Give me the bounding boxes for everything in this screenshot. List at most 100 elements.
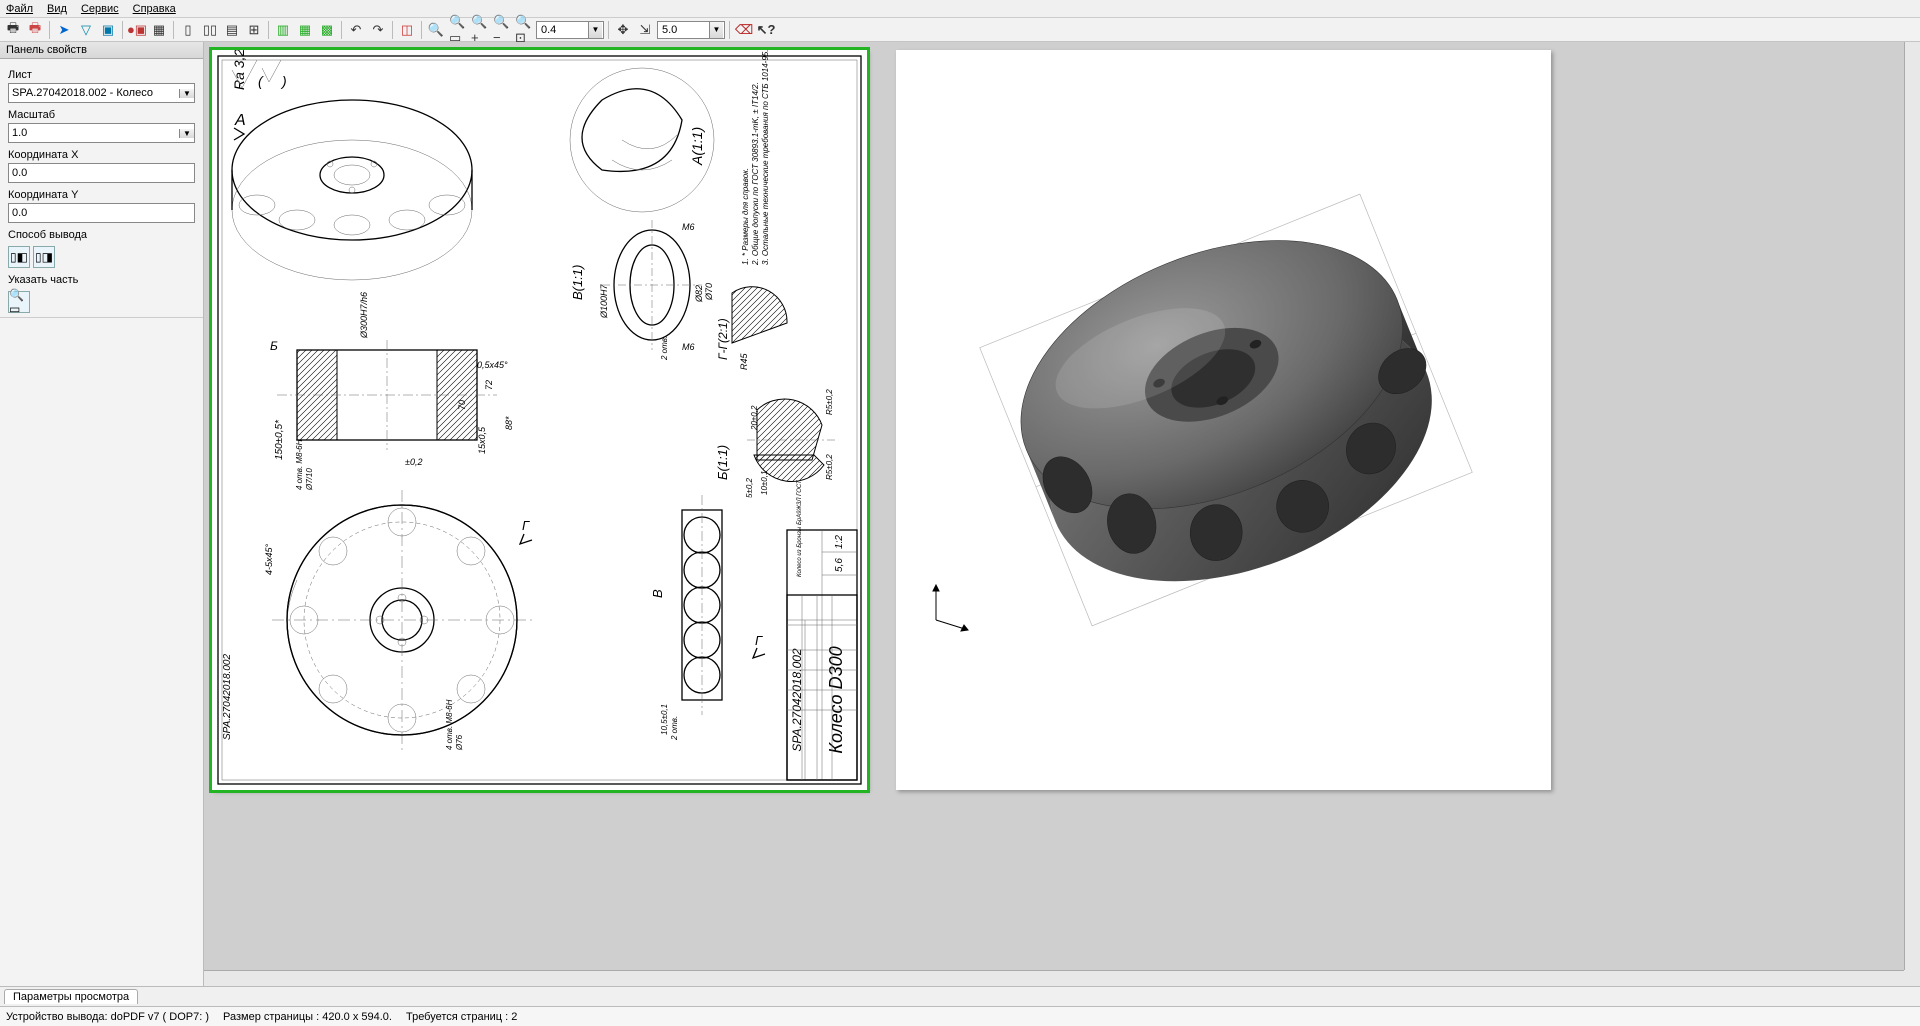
view-b-mark: Б bbox=[270, 339, 278, 353]
layout-1-icon[interactable]: ▥ bbox=[273, 20, 293, 40]
r45: R45 bbox=[739, 352, 749, 370]
dim-holes-tol: Ø7/10 bbox=[305, 468, 314, 491]
rotate-cw-icon[interactable]: ↷ bbox=[368, 20, 388, 40]
options-icon[interactable]: ▣ bbox=[98, 20, 118, 40]
print-sheet-1[interactable]: Ra 3,2 ( ) bbox=[212, 50, 867, 790]
layout-icon[interactable]: ▦ bbox=[149, 20, 169, 40]
svg-text:5±0,2: 5±0,2 bbox=[745, 477, 754, 498]
svg-text:Г: Г bbox=[522, 518, 530, 533]
filter-icon[interactable]: ▽ bbox=[76, 20, 96, 40]
print-sheet-2[interactable] bbox=[896, 50, 1551, 790]
svg-text:±0,2: ±0,2 bbox=[405, 457, 422, 467]
properties-panel: Панель свойств Лист SPA.27042018.002 - К… bbox=[0, 42, 204, 986]
print-icon[interactable]: 🖶 bbox=[3, 20, 23, 40]
move-step-combo[interactable]: ▼ bbox=[657, 21, 725, 39]
sheet-select[interactable]: SPA.27042018.002 - Колесо ▼ bbox=[8, 83, 195, 103]
chevron-down-icon[interactable]: ▼ bbox=[588, 22, 602, 38]
note-2: 2. Общие допуски по ГОСТ 30893.1-mK, ± I… bbox=[751, 82, 760, 266]
menu-view[interactable]: Вид bbox=[47, 3, 67, 15]
pages-h-icon[interactable]: ▯▯ bbox=[200, 20, 220, 40]
output-method-1-button[interactable]: ▯◧ bbox=[8, 246, 30, 268]
svg-text:20±0,2: 20±0,2 bbox=[750, 405, 759, 431]
svg-text:R5±0,2: R5±0,2 bbox=[825, 454, 834, 480]
titleblock-material: Колесо из Бронзы БрА9Ж3Л ГОСТ bbox=[797, 479, 803, 577]
svg-text:10,5±0,1: 10,5±0,1 bbox=[660, 704, 669, 735]
grid-icon[interactable]: ⊞ bbox=[244, 20, 264, 40]
svg-text:Г: Г bbox=[755, 633, 763, 648]
main-area: Панель свойств Лист SPA.27042018.002 - К… bbox=[0, 42, 1920, 986]
note-3: 3. Остальные технические требования по С… bbox=[761, 50, 770, 265]
zoom-fit-icon[interactable]: 🔍⊡ bbox=[514, 20, 534, 40]
main-toolbar: 🖶 🖶 ➤ ▽ ▣ ●▣ ▦ ▯ ▯▯ ▤ ⊞ ▥ ▦ ▩ ↶ ↷ ◫ 🔍 🔍▭… bbox=[0, 18, 1920, 42]
m6: М6 bbox=[682, 222, 695, 232]
zoom-tool-icon[interactable]: 🔍 bbox=[426, 20, 446, 40]
zoom-step-input[interactable] bbox=[538, 22, 588, 38]
menu-help[interactable]: Справка bbox=[133, 3, 176, 15]
workspace[interactable]: Ra 3,2 ( ) bbox=[204, 42, 1920, 986]
horizontal-scrollbar[interactable] bbox=[204, 970, 1904, 986]
svg-text:4-5x45°: 4-5x45° bbox=[264, 543, 274, 575]
status-pages-required: Требуется страниц : 2 bbox=[406, 1011, 517, 1023]
pick-part-button[interactable]: 🔍▭ bbox=[8, 291, 30, 313]
titleblock-mass: 5,6 bbox=[834, 558, 845, 572]
print-direct-icon[interactable]: 🖶 bbox=[25, 20, 45, 40]
pick-part-label: Указать часть bbox=[8, 274, 195, 286]
svg-text:4 отв. М8-6H: 4 отв. М8-6H bbox=[445, 699, 454, 750]
dim-d100: Ø100H7 bbox=[599, 283, 609, 319]
svg-text:В: В bbox=[650, 589, 665, 598]
menu-file[interactable]: Файл bbox=[6, 3, 33, 15]
delete-icon[interactable]: ⌫ bbox=[734, 20, 754, 40]
status-page-size: Размер страницы : 420.0 x 594.0. bbox=[223, 1011, 392, 1023]
view-g-scale: Г-Г(2:1) bbox=[716, 318, 730, 360]
menu-service[interactable]: Сервис bbox=[81, 3, 119, 15]
align-icon[interactable]: ◫ bbox=[397, 20, 417, 40]
titleblock-name: Колесо D300 bbox=[826, 646, 846, 753]
chevron-down-icon[interactable]: ▼ bbox=[709, 22, 723, 38]
model-svg bbox=[896, 50, 1551, 790]
dim-2x45: 0,5x45° bbox=[477, 360, 508, 370]
layout-2-icon[interactable]: ▦ bbox=[295, 20, 315, 40]
dim-72: 72 bbox=[484, 380, 494, 390]
move-grid-icon[interactable]: ⇲ bbox=[635, 20, 655, 40]
zoom-out-icon[interactable]: 🔍− bbox=[492, 20, 512, 40]
view-v-scale: В(1:1) bbox=[570, 265, 585, 300]
coord-x-input[interactable] bbox=[8, 163, 195, 183]
dim-2h: 2 отв. bbox=[660, 336, 669, 361]
scale-select[interactable]: 1.0 ▼ bbox=[8, 123, 195, 143]
chevron-down-icon[interactable]: ▼ bbox=[179, 89, 194, 98]
move-icon[interactable]: ✥ bbox=[613, 20, 633, 40]
page-icon[interactable]: ▯ bbox=[178, 20, 198, 40]
rotate-ccw-icon[interactable]: ↶ bbox=[346, 20, 366, 40]
footer-id: SPA.27042018.002 bbox=[222, 654, 233, 740]
scale-label: Масштаб bbox=[8, 109, 195, 121]
svg-text:Ø76: Ø76 bbox=[455, 734, 464, 751]
help-icon[interactable]: ↖? bbox=[756, 20, 776, 40]
pages-v-icon[interactable]: ▤ bbox=[222, 20, 242, 40]
drawing-svg: Ra 3,2 ( ) bbox=[212, 50, 867, 790]
bottom-tabs: Параметры просмотра bbox=[0, 986, 1920, 1006]
svg-text:2 отв.: 2 отв. bbox=[670, 716, 679, 741]
status-device: Устройство вывода: doPDF v7 ( DOP7: ) bbox=[6, 1011, 209, 1023]
chevron-down-icon[interactable]: ▼ bbox=[179, 129, 194, 138]
dim-d70: Ø70 bbox=[704, 283, 714, 301]
scale-select-value: 1.0 bbox=[9, 127, 179, 139]
layout-3-icon[interactable]: ▩ bbox=[317, 20, 337, 40]
zoom-window-icon[interactable]: 🔍▭ bbox=[448, 20, 468, 40]
zoom-step-combo[interactable]: ▼ bbox=[536, 21, 604, 39]
dim-70: 70 bbox=[457, 400, 467, 410]
scroll-corner bbox=[1904, 970, 1920, 986]
output-method-2-button[interactable]: ▯◨ bbox=[33, 246, 55, 268]
status-bar: Устройство вывода: doPDF v7 ( DOP7: ) Ра… bbox=[0, 1006, 1920, 1026]
move-step-input[interactable] bbox=[659, 22, 709, 38]
view-a-label: А bbox=[234, 112, 246, 129]
vertical-scrollbar[interactable] bbox=[1904, 42, 1920, 970]
zoom-in-icon[interactable]: 🔍+ bbox=[470, 20, 490, 40]
sheet-select-value: SPA.27042018.002 - Колесо bbox=[9, 87, 179, 99]
properties-panel-title: Панель свойств bbox=[0, 42, 203, 59]
tab-view-params[interactable]: Параметры просмотра bbox=[4, 989, 138, 1004]
coord-y-input[interactable] bbox=[8, 203, 195, 223]
surface-finish-label: Ra 3,2 bbox=[231, 50, 247, 90]
record-icon[interactable]: ●▣ bbox=[127, 20, 147, 40]
titleblock-scale: 1:2 bbox=[834, 535, 845, 549]
cursor-icon[interactable]: ➤ bbox=[54, 20, 74, 40]
